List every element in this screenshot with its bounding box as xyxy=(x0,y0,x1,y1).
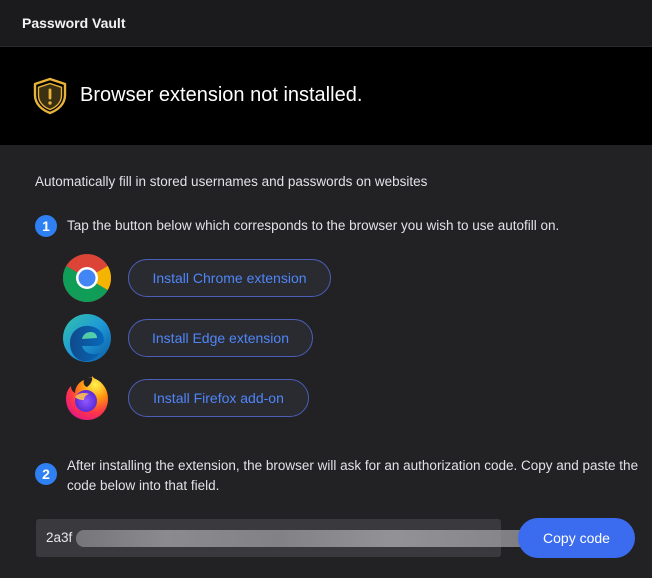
firefox-icon xyxy=(66,376,108,420)
chrome-icon xyxy=(62,254,112,303)
step-1-text: Tap the button below which corresponds t… xyxy=(67,218,560,233)
step-1-badge: 1 xyxy=(35,215,57,237)
redacted-code-mask xyxy=(76,530,528,547)
step-2-badge: 2 xyxy=(35,463,57,485)
warning-shield-icon xyxy=(33,77,67,115)
collapsed-edge-icon: ‹ xyxy=(0,14,2,28)
title-bar: ‹ Password Vault xyxy=(0,0,652,47)
authorization-code-value: 2a3f xyxy=(46,530,73,545)
banner-message: Browser extension not installed. xyxy=(80,84,363,106)
install-firefox-button[interactable]: Install Firefox add-on xyxy=(128,379,309,417)
edge-icon xyxy=(63,314,111,362)
copy-code-button[interactable]: Copy code xyxy=(518,518,635,558)
autofill-description: Automatically fill in stored usernames a… xyxy=(35,174,428,189)
install-chrome-button[interactable]: Install Chrome extension xyxy=(128,259,331,297)
install-edge-button[interactable]: Install Edge extension xyxy=(128,319,313,357)
window-title: Password Vault xyxy=(22,15,126,31)
warning-banner: Browser extension not installed. xyxy=(0,47,652,145)
authorization-code-field[interactable]: 2a3f xyxy=(36,519,528,557)
step-2-text: After installing the extension, the brow… xyxy=(67,458,639,493)
